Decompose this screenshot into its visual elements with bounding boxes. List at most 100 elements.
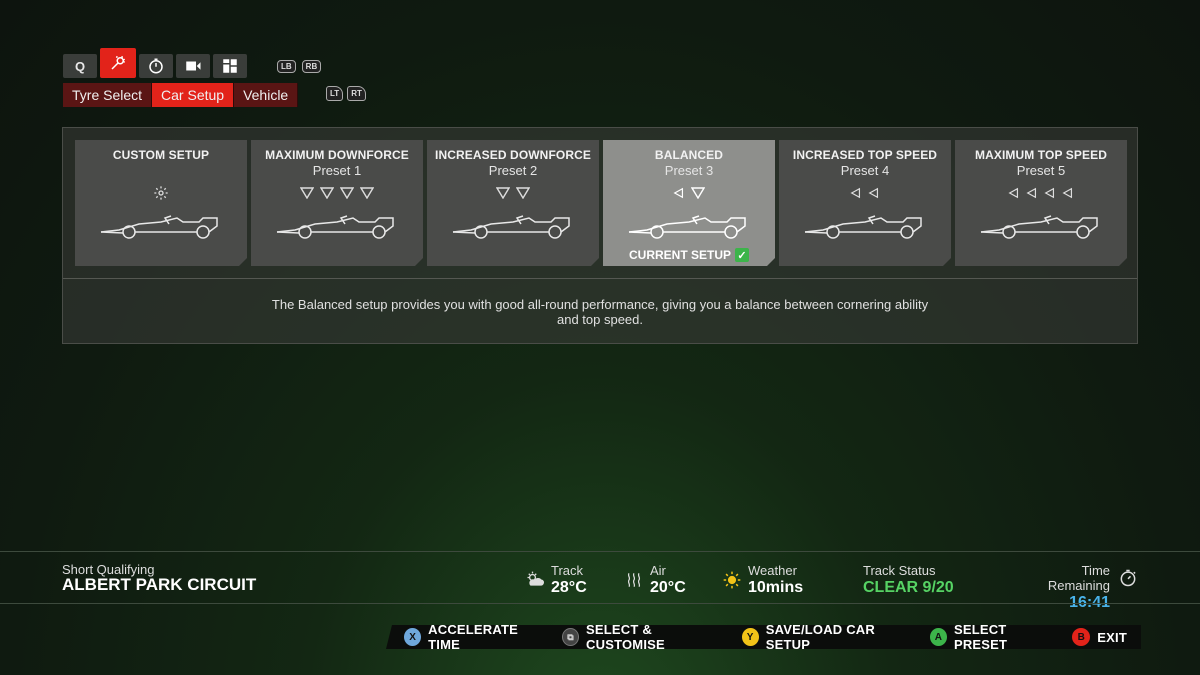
setup-card-indicators <box>779 183 951 203</box>
setup-card-title: CUSTOM SETUP <box>112 148 210 162</box>
setup-description: The Balanced setup provides you with goo… <box>271 297 929 327</box>
setup-card-indicators <box>75 183 247 203</box>
setup-card-increased-top-speed[interactable]: INCREASED TOP SPEED Preset 4 <box>779 140 951 266</box>
left-arrow-icon <box>1062 187 1074 199</box>
b-button-icon: B <box>1072 628 1091 646</box>
select-preset-label: SELECT PRESET <box>953 622 1008 652</box>
left-arrow-icon <box>1008 187 1020 199</box>
heat-waves-icon <box>627 572 641 588</box>
air-temp-value: 20°C <box>650 579 686 596</box>
f1-car-icon <box>275 212 399 240</box>
stopwatch-icon <box>1120 569 1136 587</box>
left-arrow-icon <box>1026 187 1038 199</box>
track-status-value: CLEAR 9/20 <box>863 579 954 596</box>
weather-forecast: Weather 10mins <box>748 563 803 597</box>
select-customise-label: SELECT & CUSTOMISE <box>586 622 665 652</box>
down-arrow-icon <box>340 187 354 199</box>
down-arrow-icon <box>516 187 530 199</box>
setup-card-title: INCREASED TOP SPEED <box>792 148 938 162</box>
replay-tab[interactable] <box>176 54 210 78</box>
down-arrow-icon <box>496 187 510 199</box>
left-arrow-icon <box>1044 187 1056 199</box>
tab-vehicle[interactable]: Vehicle <box>234 83 299 107</box>
setup-card-indicators <box>427 183 599 203</box>
setup-card-increased-downforce[interactable]: INCREASED DOWNFORCE Preset 2 <box>427 140 599 266</box>
info-bar-top-border <box>0 551 1200 552</box>
accelerate-time-label: ACCELERATE TIME <box>428 622 519 652</box>
grid-icon <box>223 59 237 73</box>
setup-card-indicators <box>603 183 775 203</box>
car-setup-wrench-icon <box>111 55 126 70</box>
left-arrow-icon <box>868 187 880 199</box>
setup-card-title: MAXIMUM TOP SPEED <box>975 148 1107 162</box>
air-temp: Air 20°C <box>650 563 686 597</box>
track-temp-label: Track <box>551 563 584 578</box>
select-preset-button[interactable]: A SELECT PRESET <box>929 622 1058 652</box>
air-temp-label: Air <box>650 563 666 578</box>
grid-tab[interactable] <box>213 54 247 78</box>
circuit-name: ALBERT PARK CIRCUIT <box>62 575 257 594</box>
setup-card-indicators <box>251 183 423 203</box>
track-status-label: Track Status <box>863 563 936 578</box>
setup-cards: CUSTOM SETUP MAXIMUM DOWNFORCE Preset 1 … <box>75 140 1127 266</box>
left-arrow-icon <box>850 187 862 199</box>
qualifying-icon: Q <box>74 58 86 74</box>
select-customise-button[interactable]: ⧉ SELECT & CUSTOMISE <box>561 622 728 652</box>
setup-card-max-top-speed[interactable]: MAXIMUM TOP SPEED Preset 5 <box>955 140 1127 266</box>
sun-icon <box>723 571 741 589</box>
save-load-setup-button[interactable]: Y SAVE/LOAD CAR SETUP <box>741 622 916 652</box>
track-status: Track Status CLEAR 9/20 <box>863 563 954 597</box>
setup-card-preset: Preset 5 <box>1016 163 1066 178</box>
setup-card-balanced[interactable]: BALANCED Preset 3 CURRENT SETUP ✓ <box>603 140 775 266</box>
gear-icon <box>153 185 169 201</box>
f1-car-icon <box>99 212 223 240</box>
setup-card-max-downforce[interactable]: MAXIMUM DOWNFORCE Preset 1 <box>251 140 423 266</box>
current-setup-label: CURRENT SETUP <box>628 248 731 262</box>
f1-car-icon <box>803 212 927 240</box>
exit-button[interactable]: B EXIT <box>1072 628 1127 646</box>
tab-car-setup[interactable]: Car Setup <box>152 83 235 107</box>
qualifying-tab[interactable]: Q <box>63 54 97 78</box>
down-arrow-icon <box>300 187 314 199</box>
top-tab-bar: Q <box>63 48 247 78</box>
button-prompt-bar: X ACCELERATE TIME ⧉ SELECT & CUSTOMISE Y… <box>386 625 1141 649</box>
trigger-hints: LT RT <box>326 86 366 101</box>
panel-divider <box>63 278 1137 279</box>
accelerate-time-button[interactable]: X ACCELERATE TIME <box>404 622 548 652</box>
car-setup-tab[interactable] <box>100 48 136 78</box>
view-button-icon: ⧉ <box>561 628 580 646</box>
bumper-hints: LB RB <box>273 60 322 73</box>
weather-value: 10mins <box>748 579 804 596</box>
setup-card-preset <box>75 163 247 179</box>
stopwatch-icon <box>149 58 163 74</box>
setup-card-title: INCREASED DOWNFORCE <box>435 148 591 162</box>
down-arrow-icon <box>320 187 334 199</box>
left-arrow-icon <box>673 187 685 199</box>
sub-tab-bar: Tyre Select Car Setup Vehicle <box>63 83 299 107</box>
exit-label: EXIT <box>1097 629 1127 645</box>
setup-card-preset: Preset 2 <box>488 163 538 178</box>
save-load-setup-label: SAVE/LOAD CAR SETUP <box>765 622 875 652</box>
setup-card-title: BALANCED <box>654 148 724 162</box>
replay-icon <box>186 61 201 71</box>
info-bar-bottom-border <box>0 603 1200 604</box>
down-arrow-icon <box>691 187 705 199</box>
setup-card-title: MAXIMUM DOWNFORCE <box>265 148 409 162</box>
setup-panel: CUSTOM SETUP MAXIMUM DOWNFORCE Preset 1 … <box>62 127 1138 344</box>
weather-label: Weather <box>748 563 797 578</box>
time-remaining: Time Remaining 16:41 <box>1017 563 1110 612</box>
partly-cloudy-icon <box>527 571 544 586</box>
setup-card-indicators <box>955 183 1127 203</box>
setup-card-preset: Preset 1 <box>312 163 362 178</box>
timing-tab[interactable] <box>139 54 173 78</box>
f1-car-icon <box>451 212 575 240</box>
setup-card-preset: Preset 4 <box>840 163 890 178</box>
tab-tyre-select[interactable]: Tyre Select <box>63 83 153 107</box>
rt-button-hint: RT <box>347 86 366 101</box>
lt-button-hint: LT <box>326 86 344 101</box>
f1-car-icon <box>979 212 1103 240</box>
rb-button-hint: RB <box>301 60 322 73</box>
x-button-icon: X <box>404 628 422 646</box>
down-arrow-icon <box>360 187 374 199</box>
setup-card-custom[interactable]: CUSTOM SETUP <box>75 140 247 266</box>
